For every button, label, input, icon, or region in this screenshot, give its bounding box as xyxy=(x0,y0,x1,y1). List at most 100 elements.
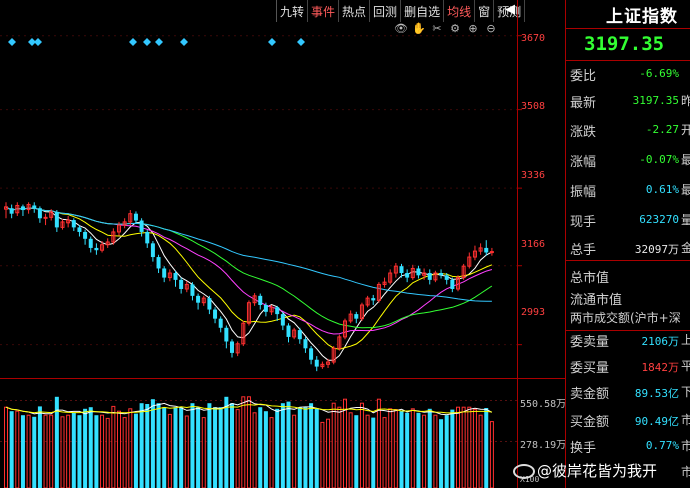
quote-label: 委买量 xyxy=(570,361,610,376)
candles[interactable] xyxy=(4,202,494,372)
candle-body xyxy=(275,307,280,315)
scissors-icon[interactable]: ✂ xyxy=(430,22,444,38)
candle-body xyxy=(224,327,229,342)
arrow-left-icon[interactable]: ◀ xyxy=(502,2,518,20)
candle-body xyxy=(303,339,308,349)
event-markers[interactable] xyxy=(8,38,305,46)
toolbar-button[interactable]: 事件 xyxy=(308,0,340,22)
candle-body xyxy=(354,314,359,319)
volume-bar xyxy=(252,412,257,488)
watermark: @彼岸花皆为我开 xyxy=(513,460,657,481)
volume-bar xyxy=(326,418,331,488)
volume-bar xyxy=(26,414,31,488)
quote-row: 涨幅 -0.07% 最 xyxy=(566,148,690,170)
volume-bar xyxy=(410,408,415,488)
watermark-text: @彼岸花皆为我开 xyxy=(537,462,658,480)
volume-bar xyxy=(461,406,466,488)
quote-value: -0.07% xyxy=(639,153,679,166)
settings-icon[interactable]: ⚙ xyxy=(448,22,462,38)
quote-label: 买金额 xyxy=(570,415,610,430)
quote-value: 1842万 xyxy=(641,361,680,374)
quote-value: 90.49亿 xyxy=(634,415,679,428)
candle-body xyxy=(54,211,59,228)
volume-bars[interactable] xyxy=(4,396,494,488)
eye-icon[interactable]: 👁 xyxy=(394,22,408,38)
candle-body xyxy=(71,220,76,228)
toolbar-button[interactable]: 回测 xyxy=(370,0,402,22)
event-marker-icon xyxy=(129,38,137,46)
quote-value: 0.61% xyxy=(645,183,679,196)
volume-bar xyxy=(427,408,432,488)
candle-body xyxy=(314,359,319,367)
volume-bar xyxy=(94,415,99,488)
volume-bar xyxy=(275,408,280,488)
quote-row: 振幅 0.61% 最 xyxy=(566,178,690,200)
zoom-in-icon[interactable]: ⊕ xyxy=(466,22,480,38)
volume-bar xyxy=(49,414,54,488)
candle-body xyxy=(145,231,150,244)
volume-bar xyxy=(365,414,370,488)
volume-bar xyxy=(388,408,393,488)
event-marker-icon xyxy=(8,38,16,46)
toolbar-button[interactable]: 均线 xyxy=(444,0,476,22)
candle-body xyxy=(427,273,432,280)
volume-bar xyxy=(218,407,223,488)
candle-body xyxy=(405,273,410,278)
price-axis-label: 3166 xyxy=(521,239,546,250)
volume-bar xyxy=(213,407,218,488)
candle-body xyxy=(150,243,155,258)
volume-bar xyxy=(145,404,150,488)
volume-bar xyxy=(376,398,381,488)
candle-body xyxy=(213,309,218,319)
kline-chart[interactable] xyxy=(0,0,565,488)
volume-bar xyxy=(472,409,477,488)
quote-side-label: 量 xyxy=(681,213,690,227)
hand-icon[interactable]: ✋ xyxy=(412,22,426,38)
event-marker-icon xyxy=(155,38,163,46)
toolbar-button[interactable]: 窗 xyxy=(475,0,495,22)
volume-bar xyxy=(83,408,88,488)
quote-label: 振幅 xyxy=(570,185,597,200)
quote-label: 换手 xyxy=(570,441,597,456)
volume-bar xyxy=(359,402,364,488)
volume-bar xyxy=(196,407,201,488)
zoom-out-icon[interactable]: ⊖ xyxy=(484,22,498,38)
quote-value: 0.77% xyxy=(645,439,679,452)
volume-bar xyxy=(179,407,184,488)
quote-side-label: 昨 xyxy=(681,94,690,108)
event-marker-icon xyxy=(297,38,305,46)
volume-bar xyxy=(297,407,302,488)
candle-body xyxy=(139,220,144,232)
toolbar-button[interactable]: 删自选 xyxy=(401,0,445,22)
volume-bar xyxy=(337,406,342,488)
volume-bar xyxy=(167,413,172,488)
volume-bar xyxy=(37,406,42,488)
volume-bar xyxy=(32,416,37,488)
volume-bar xyxy=(489,421,494,488)
quote-label: 涨跌 xyxy=(570,125,597,140)
candle-body xyxy=(32,205,37,209)
volume-bar xyxy=(111,405,116,488)
event-marker-icon xyxy=(268,38,276,46)
volume-bar xyxy=(235,409,240,488)
volume-bar xyxy=(207,403,212,488)
volume-bar xyxy=(9,411,14,488)
candle-body xyxy=(196,295,201,303)
toolbar-button[interactable]: 热点 xyxy=(339,0,371,22)
volume-bar xyxy=(478,414,483,488)
volume-bar xyxy=(405,412,410,488)
toolbar-button[interactable]: 九转 xyxy=(277,0,309,22)
quote-label: 现手 xyxy=(570,215,597,230)
candle-body xyxy=(230,341,234,353)
volume-bar xyxy=(292,414,297,488)
candle-body xyxy=(286,325,291,337)
quote-row: 卖金额 89.53亿下 xyxy=(566,380,690,402)
candle-body xyxy=(179,279,184,289)
volume-axis-label: 278.19万 xyxy=(520,440,567,451)
volume-bar xyxy=(354,415,359,488)
volume-bar xyxy=(201,417,206,488)
candle-body xyxy=(399,266,404,274)
volume-bar xyxy=(105,417,110,488)
candle-body xyxy=(489,251,494,254)
volume-bar xyxy=(156,403,161,488)
